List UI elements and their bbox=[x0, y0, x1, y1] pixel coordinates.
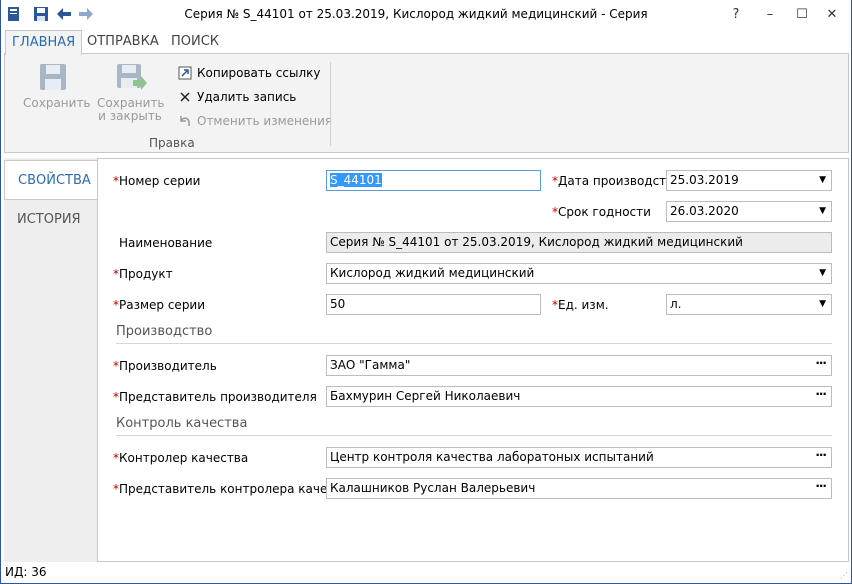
left-nav: СВОЙСТВА ИСТОРИЯ bbox=[4, 158, 98, 562]
name-readonly-field: Серия № S_44101 от 25.03.2019, Кислород … bbox=[326, 232, 832, 253]
section-production: Производство bbox=[116, 324, 832, 344]
chevron-down-icon: ▼ bbox=[819, 299, 826, 309]
chevron-down-icon: ▼ bbox=[819, 175, 826, 185]
close-button[interactable]: ✕ bbox=[819, 4, 845, 24]
manufacturer-rep-label: *Представитель производителя bbox=[113, 390, 317, 404]
chevron-down-icon: ▼ bbox=[819, 206, 826, 216]
resize-grip-icon[interactable]: ⋰ bbox=[840, 571, 848, 580]
floppy-disk-icon bbox=[23, 62, 83, 92]
unit-label: *Ед. изм. bbox=[552, 298, 609, 312]
section-quality: Контроль качества bbox=[116, 416, 832, 436]
unit-select[interactable]: л. ▼ bbox=[666, 294, 832, 315]
chevron-down-icon: ▼ bbox=[819, 268, 826, 278]
ribbon-group-separator bbox=[330, 62, 331, 146]
save-close-label-2: и закрыть bbox=[98, 109, 162, 123]
product-label: *Продукт bbox=[113, 267, 173, 281]
save-label: Сохранить bbox=[23, 96, 91, 110]
ribbon-tabs: ГЛАВНАЯ ОТПРАВКА ПОИСК bbox=[1, 30, 851, 55]
status-id: ИД: 36 bbox=[5, 565, 47, 579]
expiry-label: *Срок годности bbox=[552, 205, 651, 219]
copy-link-label: Копировать ссылку bbox=[197, 66, 321, 80]
qc-lookup[interactable]: Центр контроля качества лаборатоных испы… bbox=[326, 447, 832, 468]
manufacturer-label: *Производитель bbox=[113, 359, 217, 373]
series-number-input[interactable]: S_44101 bbox=[326, 170, 541, 191]
window-title: Серия № S_44101 от 25.03.2019, Кислород … bbox=[184, 7, 648, 21]
ellipsis-icon[interactable]: ··· bbox=[815, 479, 827, 496]
app-window: Серия № S_44101 от 25.03.2019, Кислород … bbox=[0, 0, 852, 584]
name-label: Наименование bbox=[119, 236, 213, 250]
expiry-date-picker[interactable]: 26.03.2020 ▼ bbox=[666, 201, 832, 222]
tab-history[interactable]: ИСТОРИЯ bbox=[4, 200, 97, 240]
ellipsis-icon[interactable]: ··· bbox=[815, 356, 827, 373]
size-input[interactable]: 50 bbox=[326, 294, 541, 315]
help-button[interactable]: ? bbox=[723, 4, 749, 24]
production-date-picker[interactable]: 25.03.2019 ▼ bbox=[666, 170, 832, 191]
ribbon-group-label: Правка bbox=[149, 136, 195, 150]
ribbon-panel: Сохранить Сохранить и закрыть Копировать… bbox=[4, 53, 849, 153]
product-select[interactable]: Кислород жидкий медицинский ▼ bbox=[326, 263, 832, 284]
undo-label: Отменить изменения bbox=[197, 114, 333, 128]
qc-label: *Контролер качества bbox=[113, 451, 249, 465]
tab-send[interactable]: ОТПРАВКА bbox=[81, 30, 165, 54]
tab-main[interactable]: ГЛАВНАЯ bbox=[5, 30, 83, 55]
delete-record-button[interactable]: Удалить запись bbox=[177, 88, 296, 106]
undo-changes-button[interactable]: Отменить изменения bbox=[177, 112, 332, 130]
series-number-label: *Номер серии bbox=[113, 174, 201, 188]
minimize-button[interactable]: – bbox=[757, 4, 783, 24]
manufacturer-lookup[interactable]: ЗАО "Гамма" ··· bbox=[326, 355, 832, 376]
ellipsis-icon[interactable]: ··· bbox=[815, 448, 827, 465]
ellipsis-icon[interactable]: ··· bbox=[815, 387, 827, 404]
properties-form: *Номер серии S_44101 *Дата производства … bbox=[97, 158, 849, 562]
qc-rep-label: *Представитель контролера качества bbox=[113, 482, 356, 496]
tab-properties[interactable]: СВОЙСТВА bbox=[4, 160, 98, 200]
tab-search[interactable]: ПОИСК bbox=[165, 30, 225, 54]
save-button[interactable]: Сохранить bbox=[23, 62, 91, 110]
qc-rep-lookup[interactable]: Калашников Руслан Валерьевич ··· bbox=[326, 478, 832, 499]
delete-label: Удалить запись bbox=[197, 90, 297, 104]
link-icon bbox=[177, 65, 193, 81]
delete-x-icon bbox=[177, 89, 193, 105]
floppy-disk-arrow-icon bbox=[97, 62, 163, 92]
undo-icon bbox=[177, 113, 193, 129]
copy-link-button[interactable]: Копировать ссылку bbox=[177, 64, 320, 82]
save-and-close-button[interactable]: Сохранить и закрыть bbox=[97, 62, 165, 123]
manufacturer-rep-lookup[interactable]: Бахмурин Сергей Николаевич ··· bbox=[326, 386, 832, 407]
maximize-button[interactable]: ☐ bbox=[789, 4, 815, 24]
production-date-label: *Дата производства bbox=[552, 174, 681, 188]
size-label: *Размер серии bbox=[113, 298, 206, 312]
title-bar: Серия № S_44101 от 25.03.2019, Кислород … bbox=[1, 0, 851, 30]
